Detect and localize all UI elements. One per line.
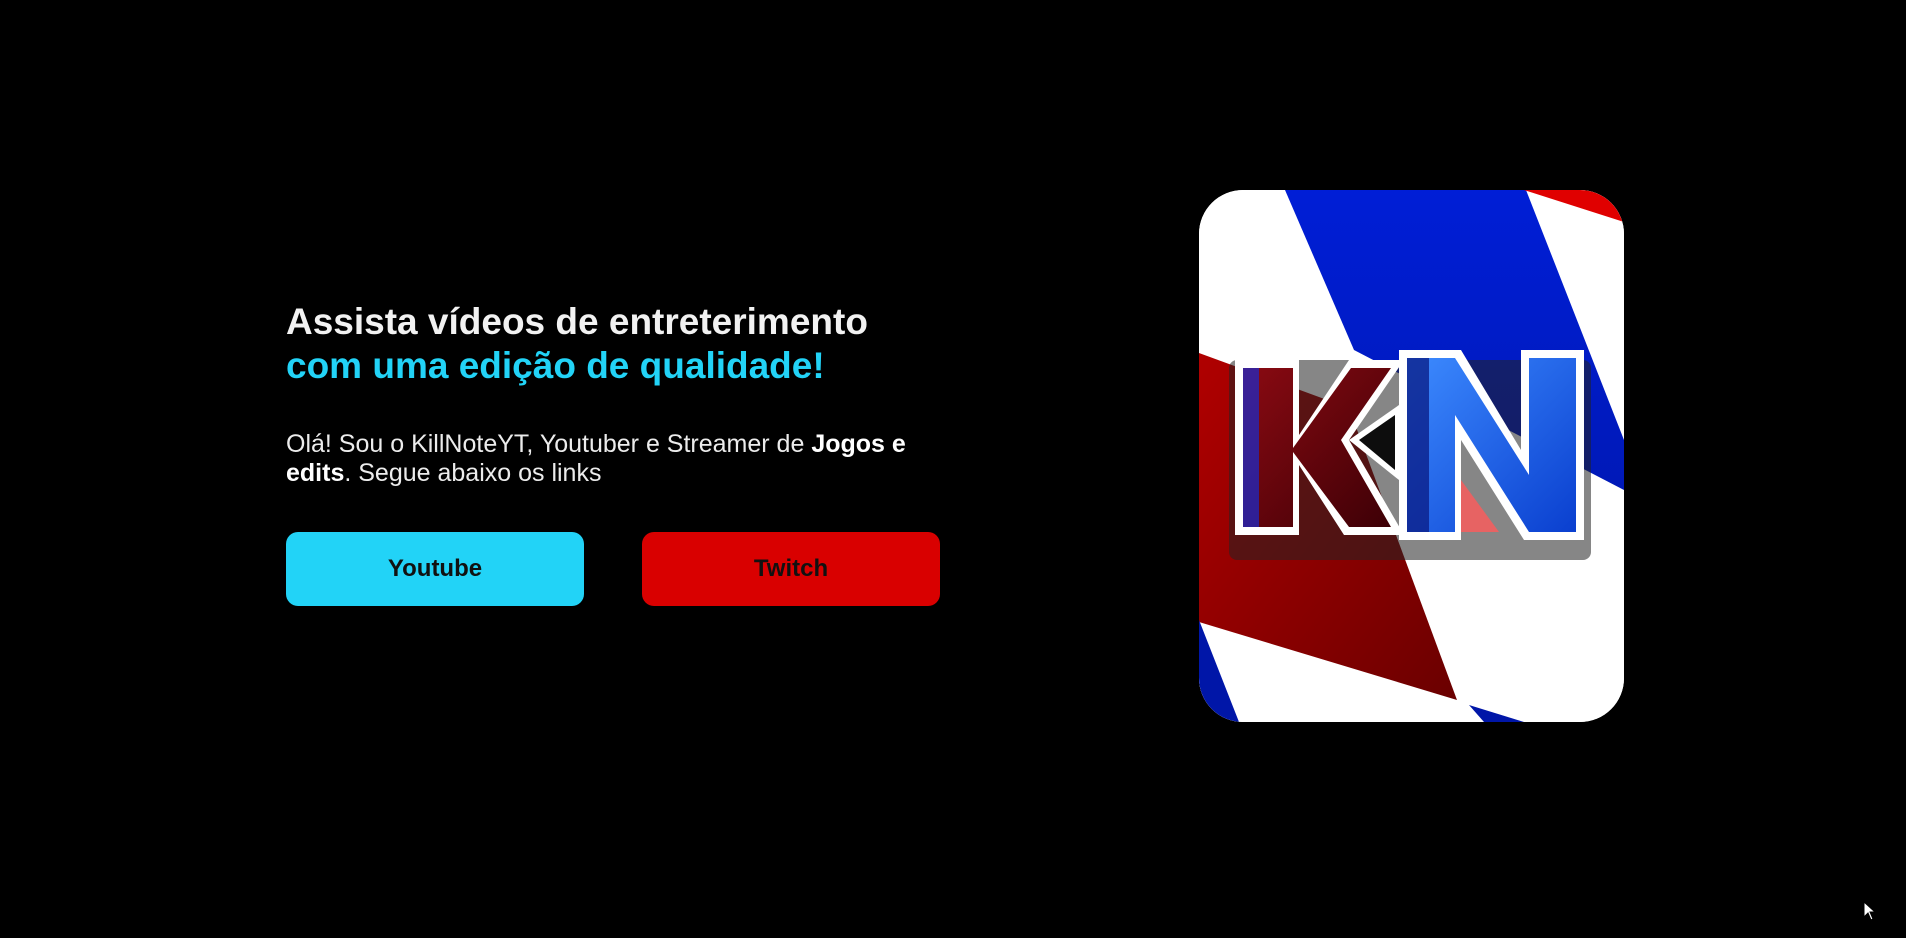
headline-line-2-highlight: com uma edição de qualidade! xyxy=(286,345,825,386)
mouse-cursor-icon xyxy=(1863,901,1877,921)
landing-page: Assista vídeos de entreterimento com uma… xyxy=(0,0,1906,938)
kn-logo-image xyxy=(1199,190,1624,722)
twitch-button[interactable]: Twitch xyxy=(642,532,940,606)
intro-text: Olá! Sou o KillNoteYT, Youtuber e Stream… xyxy=(286,430,966,488)
hero-headline: Assista vídeos de entreterimento com uma… xyxy=(286,300,966,388)
kn-logo-graphic xyxy=(1199,190,1624,722)
hero-section: Assista vídeos de entreterimento com uma… xyxy=(286,300,966,606)
intro-suffix: . Segue abaixo os links xyxy=(344,459,602,487)
youtube-button[interactable]: Youtube xyxy=(286,532,584,606)
headline-line-1: Assista vídeos de entreterimento xyxy=(286,301,868,342)
link-buttons: Youtube Twitch xyxy=(286,532,966,606)
intro-prefix: Olá! Sou o KillNoteYT, Youtuber e Stream… xyxy=(286,430,812,458)
